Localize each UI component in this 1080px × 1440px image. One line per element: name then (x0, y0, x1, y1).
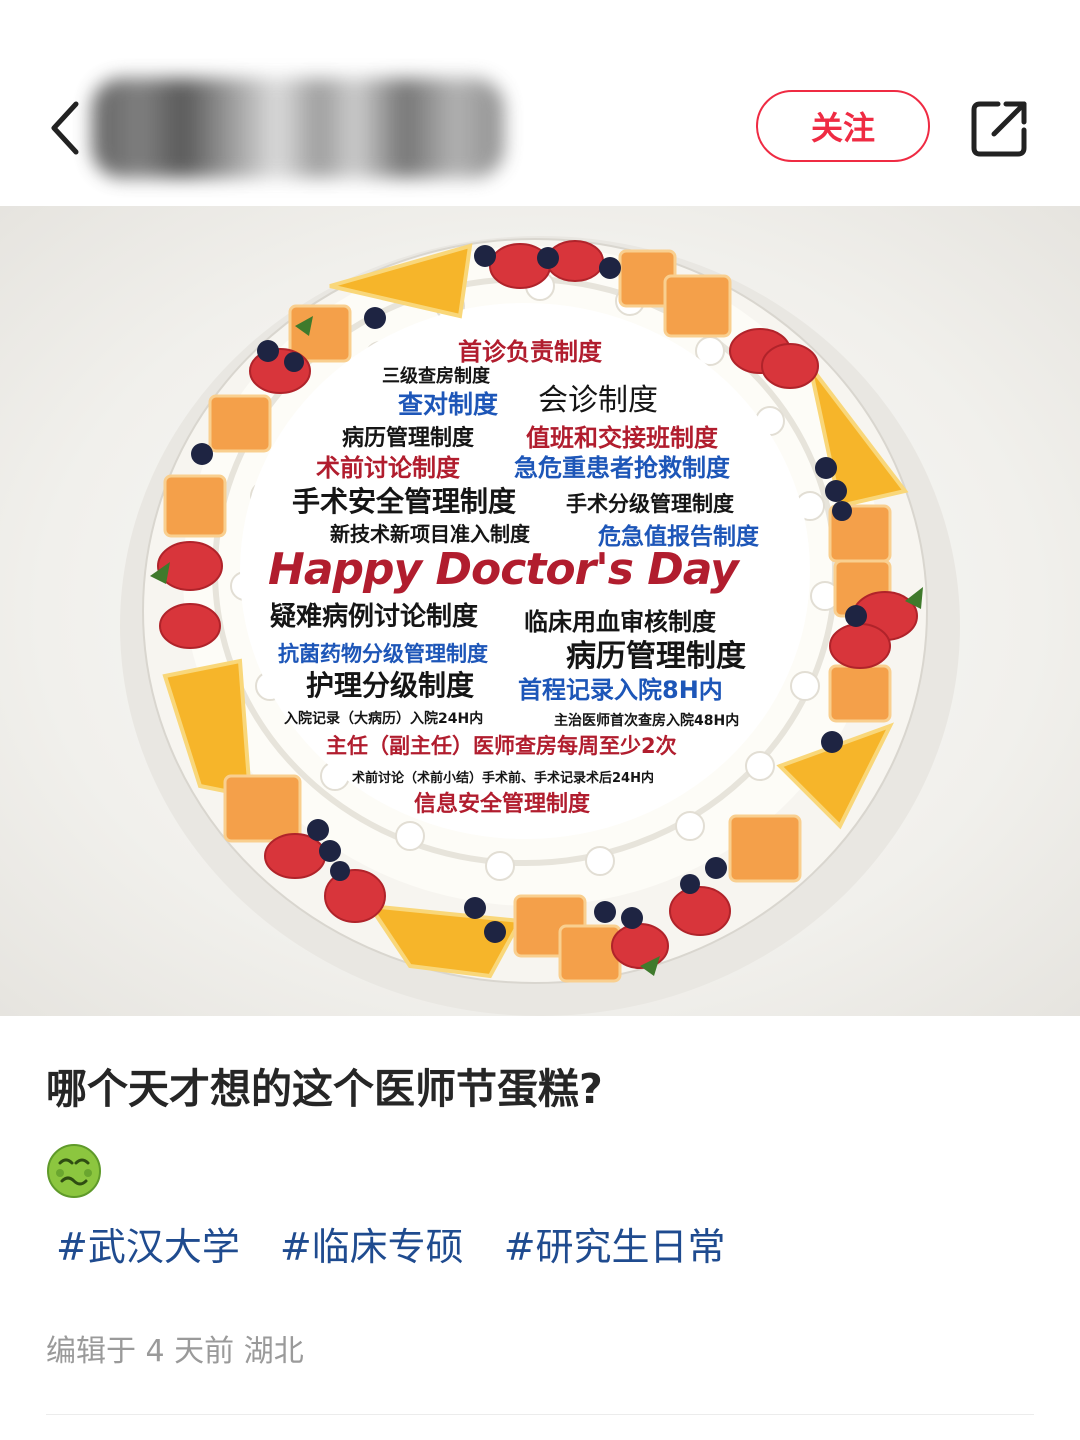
cake-text-line: 疑难病例讨论制度 (270, 602, 479, 632)
cake-text-line: 入院记录（大病历）入院24H内 (284, 711, 484, 727)
hashtag-link[interactable]: #研究生日常 (504, 1216, 726, 1271)
hashtag-link[interactable]: #武汉大学 (56, 1216, 240, 1271)
cake-text-line: 主治医师首次查房入院48H内 (554, 713, 740, 729)
follow-button[interactable]: 关注 (756, 90, 930, 162)
top-nav-bar: 关注 (0, 0, 1080, 205)
cake-text-line: 抗菌药物分级管理制度 (278, 642, 488, 666)
nauseated-face-emoji (46, 1143, 102, 1199)
chevron-left-icon (51, 101, 79, 155)
cake-text-line: 值班和交接班制度 (526, 424, 718, 452)
cake-text-line: 三级查房制度 (382, 366, 490, 387)
cake-text-line: 会诊制度 (538, 383, 658, 418)
share-icon (971, 101, 1027, 157)
cake-text-line: 查对制度 (398, 390, 499, 419)
cake-text-line: 首程记录入院8H内 (518, 676, 723, 704)
hashtag-link[interactable]: #临床专硕 (280, 1216, 464, 1271)
cake-text-line: 术前讨论制度 (316, 454, 460, 482)
post-edit-meta: 编辑于 4 天前 湖北 (46, 1334, 304, 1369)
cake-text-line: 病历管理制度 (566, 639, 746, 674)
author-info[interactable] (92, 78, 504, 178)
hashtag-list: #武汉大学 #临床专硕 #研究生日常 (56, 1216, 726, 1271)
cake-text-line: 手术安全管理制度 (292, 485, 517, 518)
author-name (92, 78, 504, 178)
back-button[interactable] (40, 92, 96, 164)
cake-text-line: 主任（副主任）医师查房每周至少2次 (326, 734, 677, 758)
cake-text-line: 急危重患者抢救制度 (514, 454, 730, 482)
share-button[interactable] (968, 96, 1032, 160)
cake-text-line: 术前讨论（术前小结）手术前、手术记录术后24H内 (352, 771, 654, 786)
post-image[interactable]: 首诊负责制度 三级查房制度 查对制度 会诊制度 病历管理制度 值班和交接班制度 … (0, 206, 1080, 1016)
cake-text-line: 临床用血审核制度 (524, 608, 716, 636)
cake-headline: Happy Doctor's Day (268, 544, 739, 595)
cake-text-line: 信息安全管理制度 (414, 792, 591, 817)
cake-text-line: 新技术新项目准入制度 (330, 522, 530, 546)
cake-text-line: 病历管理制度 (342, 426, 475, 451)
divider (46, 1414, 1034, 1415)
cake-text-line: 护理分级制度 (306, 669, 475, 702)
post-title: 哪个天才想的这个医师节蛋糕? (46, 1065, 603, 1113)
cake-text-line: 手术分级管理制度 (566, 492, 734, 516)
cake-text-line: 首诊负责制度 (458, 338, 602, 366)
